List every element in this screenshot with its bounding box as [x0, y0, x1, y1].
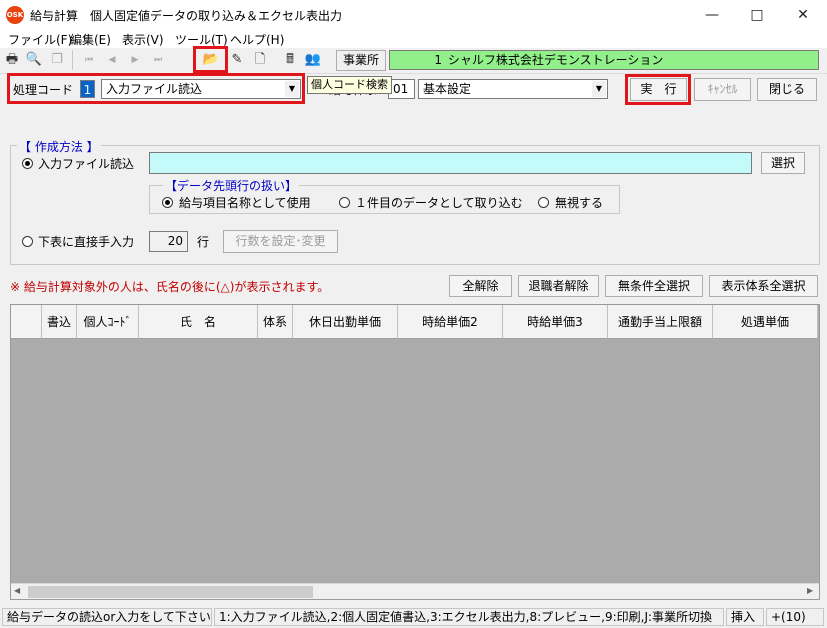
close-button[interactable]: 閉じる	[757, 78, 817, 101]
jigyosho-name: シャルフ株式会社デモンストレーション	[447, 53, 664, 67]
preview-icon[interactable]: 🔍	[25, 51, 43, 69]
opt-first-label: １件目のデータとして取り込む	[355, 196, 523, 210]
new-page-icon[interactable]: 🗋	[251, 51, 269, 69]
app-logo-icon: OSK	[6, 6, 24, 24]
menu-file[interactable]: ファイル(F)	[8, 31, 72, 48]
grid-header-hourly3[interactable]: 時給単価3	[503, 305, 608, 339]
prev-icon[interactable]: ◀	[103, 51, 121, 69]
next-icon[interactable]: ▶	[126, 51, 144, 69]
cancel-button[interactable]: ｷｬﾝｾﾙ	[694, 78, 751, 101]
grid-header-system[interactable]: 体系	[258, 305, 293, 339]
file-path-input[interactable]	[149, 152, 752, 174]
deselect-all-button[interactable]: 全解除	[449, 275, 512, 297]
menu-help[interactable]: ヘルプ(H)	[230, 31, 284, 48]
pay-system-value: 基本設定	[423, 82, 472, 96]
tooltip: 個人コード検索	[307, 76, 392, 94]
select-all-unconditional-button[interactable]: 無条件全選択	[605, 275, 703, 297]
jigyosho-number: 1	[434, 53, 442, 67]
edit-icon[interactable]: ✎	[228, 51, 246, 69]
grid-header-treatment-rate[interactable]: 処遇単価	[713, 305, 818, 339]
menu-view[interactable]: 表示(V)	[122, 31, 164, 48]
opt-ignore-radio[interactable]	[538, 197, 549, 208]
grid-header-write[interactable]: 書込	[42, 305, 77, 339]
file-radio-label: 入力ファイル読込	[38, 157, 135, 171]
rows-unit: 行	[197, 235, 210, 249]
horizontal-scrollbar[interactable]: ◀ ▶	[11, 583, 819, 599]
opt-ignore-label: 無視する	[555, 196, 604, 210]
status-key-help: 1:入力ファイル読込,2:個人固定値書込,3:エクセル表出力,8:プレビュー,9…	[214, 608, 724, 626]
opt-first-radio[interactable]	[339, 197, 350, 208]
minimize-button[interactable]: —	[690, 0, 734, 30]
manual-radio[interactable]	[22, 236, 33, 247]
toolbar-separator	[72, 50, 73, 70]
calculator-icon[interactable]: 🖩	[281, 51, 299, 69]
notice-text: ※ 給与計算対象外の人は、氏名の後に(△)が表示されます。	[10, 280, 330, 294]
proc-code-input[interactable]: 1	[80, 80, 95, 98]
printer-icon[interactable]: 🖶	[3, 51, 21, 69]
rows-input[interactable]: 20	[149, 231, 188, 252]
close-window-button[interactable]: ✕	[781, 0, 825, 30]
pay-system-code[interactable]: 01	[388, 79, 415, 99]
grid-header-code[interactable]: 個人ｺｰﾄﾞ	[77, 305, 139, 339]
set-rows-button[interactable]: 行数を設定･変更	[223, 230, 338, 253]
opt-items-label: 給与項目名称として使用	[179, 196, 311, 210]
close-icon: ✕	[797, 7, 809, 23]
grid-header-hourly2[interactable]: 時給単価2	[398, 305, 503, 339]
scroll-right-icon[interactable]: ▶	[807, 586, 813, 595]
first-icon[interactable]: ⏮	[80, 51, 98, 69]
scroll-left-icon[interactable]: ◀	[14, 586, 20, 595]
jigyosho-button[interactable]: 事業所	[336, 50, 386, 71]
menu-edit[interactable]: 編集(E)	[70, 31, 111, 48]
last-icon[interactable]: ⏭	[149, 51, 167, 69]
status-message: 給与データの読込or入力をして下さい	[2, 608, 212, 626]
file-radio[interactable]	[22, 158, 33, 169]
grid-header-holiday-rate[interactable]: 休日出勤単価	[293, 305, 398, 339]
maximize-button[interactable]: □	[735, 0, 779, 30]
pay-system-select[interactable]: 基本設定 ▼	[418, 79, 608, 99]
maximize-icon: □	[750, 7, 764, 23]
proc-code-label: 処理コード	[13, 83, 74, 97]
deselect-retired-button[interactable]: 退職者解除	[518, 275, 599, 297]
minimize-icon: —	[705, 7, 719, 23]
jigyosho-field: 1 シャルフ株式会社デモンストレーション	[389, 50, 819, 70]
scroll-thumb[interactable]	[28, 586, 313, 598]
window-title: 給与計算 個人固定値データの取り込み＆エクセル表出力	[30, 9, 343, 23]
proc-mode-value: 入力ファイル読込	[106, 82, 203, 96]
header-row-legend: 【データ先頭行の扱い】	[163, 177, 300, 194]
proc-mode-select[interactable]: 入力ファイル読込 ▼	[101, 79, 301, 99]
method-legend: 【 作成方法 】	[17, 138, 101, 155]
data-grid[interactable]: 書込 個人ｺｰﾄﾞ 氏 名 体系 休日出勤単価 時給単価2 時給単価3 通勤手当…	[10, 304, 820, 600]
status-count: +(10)	[766, 608, 824, 626]
opt-items-radio[interactable]	[162, 197, 173, 208]
folder-open-icon[interactable]: 📂	[202, 51, 220, 69]
grid-header-commute-cap[interactable]: 通勤手当上限額	[608, 305, 713, 339]
run-button[interactable]: 実 行	[630, 78, 687, 101]
grid-header-corner	[11, 305, 42, 339]
select-file-button[interactable]: 選択	[761, 152, 805, 174]
select-all-system-button[interactable]: 表示体系全選択	[709, 275, 818, 297]
grid-header-name[interactable]: 氏 名	[139, 305, 258, 339]
chevron-down-icon: ▼	[592, 81, 606, 97]
status-mode: 挿入	[726, 608, 764, 626]
people-icon[interactable]: 👥	[304, 51, 322, 69]
copy-icon[interactable]: ❐	[48, 51, 66, 69]
manual-radio-label: 下表に直接手入力	[38, 235, 135, 249]
chevron-down-icon: ▼	[285, 81, 299, 97]
